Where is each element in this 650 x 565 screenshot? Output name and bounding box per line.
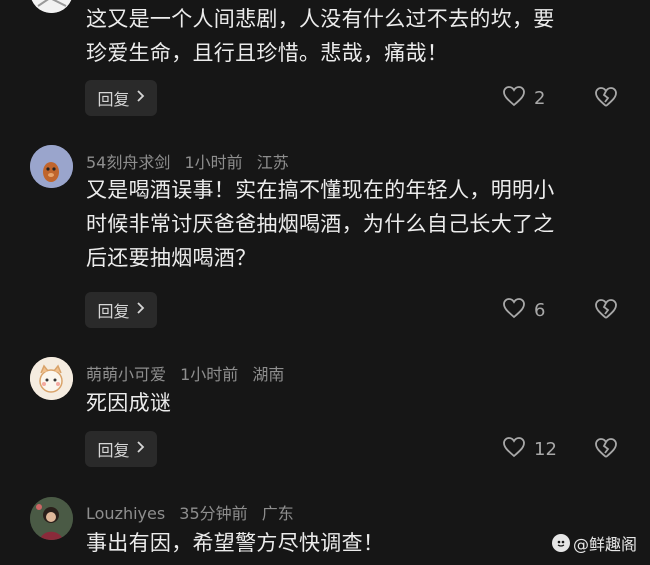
reply-label: 回复: [97, 90, 130, 109]
dislike-button[interactable]: [594, 437, 618, 461]
reply-label: 回复: [97, 302, 130, 321]
like-button[interactable]: 2: [502, 86, 545, 110]
watermark-logo-icon: [552, 534, 570, 552]
comment-text: 死因成谜: [86, 386, 626, 420]
avatar[interactable]: [30, 0, 73, 13]
username[interactable]: Louzhiyes: [86, 504, 165, 523]
watermark: @鲜趣阁: [552, 531, 637, 555]
heart-outline-icon: [502, 297, 526, 323]
heart-outline-icon: [502, 436, 526, 462]
chevron-right-icon: [135, 90, 145, 106]
timestamp: 1小时前: [184, 153, 243, 172]
comment-meta: 萌萌小可爱 1小时前 湖南: [86, 361, 293, 385]
timestamp: 1小时前: [180, 365, 239, 384]
reply-label: 回复: [97, 441, 130, 460]
reply-button[interactable]: 回复: [85, 80, 157, 116]
broken-heart-icon: [594, 438, 618, 463]
dislike-button[interactable]: [594, 298, 618, 322]
avatar[interactable]: [30, 145, 73, 188]
like-button[interactable]: 12: [502, 437, 557, 461]
avatar[interactable]: [30, 497, 73, 540]
dislike-button[interactable]: [594, 86, 618, 110]
like-count: 6: [534, 299, 546, 321]
like-count: 2: [534, 87, 546, 109]
comment-text: 又是喝酒误事！实在搞不懂现在的年轻人，明明小 时候非常讨厌爸爸抽烟喝酒，为什么自…: [86, 173, 626, 275]
broken-heart-icon: [594, 299, 618, 324]
comment-meta: 54刻舟求剑 1小时前 江苏: [86, 149, 298, 173]
comment-text: 这又是一个人间悲剧，人没有什么过不去的坎，要 珍爱生命，且行且珍惜。悲哉，痛哉！: [86, 2, 626, 70]
comment-meta: Louzhiyes 35分钟前 广东: [86, 500, 303, 524]
comment-text-line: 后还要抽烟喝酒？: [86, 246, 257, 270]
watermark-text: @鲜趣阁: [573, 535, 638, 554]
chevron-right-icon: [135, 302, 145, 318]
location: 湖南: [252, 365, 285, 384]
comment-text-line: 这又是一个人间悲剧，人没有什么过不去的坎，要: [86, 7, 555, 31]
timestamp: 35分钟前: [179, 504, 248, 523]
comment-text-line: 时候非常讨厌爸爸抽烟喝酒，为什么自己长大了之: [86, 212, 555, 236]
username[interactable]: 54刻舟求剑: [86, 153, 170, 172]
comment-text-line: 死因成谜: [86, 391, 172, 415]
avatar[interactable]: [30, 357, 73, 400]
location: 广东: [261, 504, 294, 523]
like-count: 12: [534, 438, 557, 460]
broken-heart-icon: [594, 87, 618, 112]
comment-text-line: 又是喝酒误事！实在搞不懂现在的年轻人，明明小: [86, 178, 555, 202]
reply-button[interactable]: 回复: [85, 431, 157, 467]
location: 江苏: [256, 153, 289, 172]
comment-text: 事出有因，希望警方尽快调查！: [86, 526, 626, 560]
reply-button[interactable]: 回复: [85, 292, 157, 328]
comment-text-line: 事出有因，希望警方尽快调查！: [86, 531, 385, 555]
heart-outline-icon: [502, 85, 526, 111]
chevron-right-icon: [135, 441, 145, 457]
like-button[interactable]: 6: [502, 298, 545, 322]
username[interactable]: 萌萌小可爱: [86, 365, 166, 384]
comment-text-line: 珍爱生命，且行且珍惜。悲哉，痛哉！: [86, 41, 449, 65]
